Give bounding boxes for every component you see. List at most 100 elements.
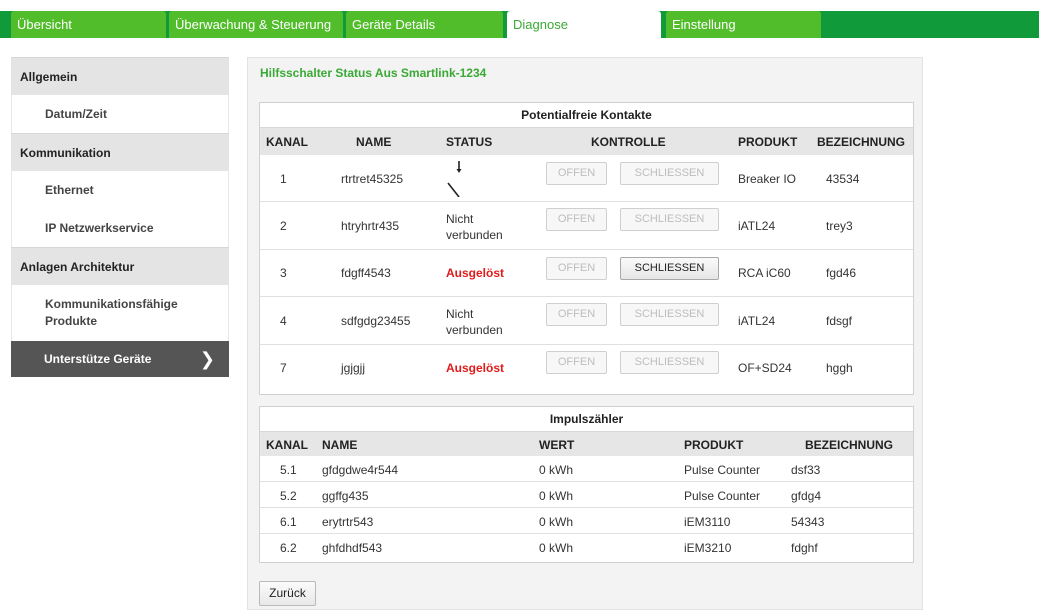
schliessen-button[interactable]: SCHLIESSEN (620, 162, 719, 185)
cell-kanal: 5.2 (280, 489, 297, 503)
header-kontrolle: KONTROLLE (591, 135, 666, 149)
cell-bezeichnung: 43534 (826, 172, 860, 186)
cell-produkt: OF+SD24 (738, 361, 792, 375)
tab-geraete-details[interactable]: Geräte Details (346, 11, 503, 38)
table-row: 2 htryhrtr435 Nicht verbunden OFFEN SCHL… (260, 202, 913, 250)
cell-kanal: 6.1 (280, 515, 297, 529)
tab-diagnose[interactable]: Diagnose (507, 11, 661, 40)
table-row: 5.2 ggffg435 0 kWh Pulse Counter gfdg4 (260, 482, 913, 508)
cell-kanal: 6.2 (280, 541, 297, 555)
cell-produkt: iEM3110 (684, 515, 731, 529)
tab-einstellung[interactable]: Einstellung (666, 11, 821, 38)
status-badge: Ausgelöst (446, 266, 505, 280)
cell-produkt: iATL24 (738, 219, 776, 233)
header-wert: WERT (539, 438, 575, 452)
cell-kanal: 3 (280, 266, 287, 280)
cell-bezeichnung: 54343 (791, 515, 825, 529)
chevron-right-icon: ❯ (199, 349, 215, 369)
offen-button[interactable]: OFFEN (546, 257, 607, 280)
sidebar-item-unterstuetze-geraete[interactable]: Unterstütze Geräte ❯ (11, 341, 229, 377)
cell-kanal: 2 (280, 219, 287, 233)
cell-wert: 0 kWh (539, 463, 574, 477)
cell-name: htryhrtr435 (341, 219, 400, 233)
sidebar-item-kommunikationsfaehige-produkte[interactable]: Kommunikationsfähige Produkte (11, 285, 229, 341)
cell-bezeichnung: hggh (826, 361, 853, 375)
cell-name: gfdgdwe4r544 (322, 463, 399, 477)
page-title: Hilfsschalter Status Aus Smartlink-1234 (260, 66, 487, 80)
cell-wert: 0 kWh (539, 541, 574, 555)
header-name: NAME (322, 438, 358, 452)
header-produkt: PRODUKT (684, 438, 744, 452)
cell-produkt: iATL24 (738, 314, 776, 328)
status-badge: Ausgelöst (446, 361, 505, 375)
table-row: 6.2 ghfdhdf543 0 kWh iEM3210 fdghf (260, 534, 913, 560)
schliessen-button[interactable]: SCHLIESSEN (620, 303, 719, 326)
cell-wert: 0 kWh (539, 489, 574, 503)
offen-button[interactable]: OFFEN (546, 208, 607, 231)
cell-kanal: 5.1 (280, 463, 297, 477)
cell-produkt: iEM3210 (684, 541, 732, 555)
cell-name: rtrtret45325 (341, 172, 404, 186)
cell-kanal: 1 (280, 172, 287, 186)
header-bezeichnung: BEZEICHNUNG (805, 438, 894, 452)
cell-bezeichnung: dsf33 (791, 463, 821, 477)
switch-open-icon (446, 161, 466, 198)
table-row: 4 sdfgdg23455 Nicht verbunden OFFEN SCHL… (260, 297, 913, 345)
sidebar-section-anlagen-architektur: Anlagen Architektur (11, 247, 229, 285)
tab-uebersicht[interactable]: Übersicht (11, 11, 166, 38)
sidebar: Allgemein Datum/Zeit Kommunikation Ether… (11, 57, 229, 377)
table-row: 6.1 erytrtr543 0 kWh iEM3110 54343 (260, 508, 913, 534)
schliessen-button[interactable]: SCHLIESSEN (620, 257, 719, 280)
header-name: NAME (356, 135, 392, 149)
table-row: 3 fdgff4543 Ausgelöst OFFEN SCHLIESSEN R… (260, 250, 913, 297)
cell-bezeichnung: fdsgf (826, 314, 853, 328)
cell-name-link[interactable]: jgjgjj (341, 361, 365, 375)
pulse-counter-panel: Impulszähler KANAL NAME WERT PRODUKT BEZ… (259, 406, 914, 563)
cell-bezeichnung: fgd46 (826, 266, 857, 280)
table-row: 7 jgjgjj Ausgelöst OFFEN SCHLIESSEN OF+S… (260, 345, 913, 390)
schliessen-button[interactable]: SCHLIESSEN (620, 208, 719, 231)
cell-produkt: Pulse Counter (684, 489, 761, 503)
cell-produkt: Breaker IO (738, 172, 797, 186)
cell-wert: 0 kWh (539, 515, 574, 529)
cell-name: ggffg435 (322, 489, 369, 503)
sidebar-item-ethernet[interactable]: Ethernet (11, 171, 229, 209)
cell-name: erytrtr543 (322, 515, 374, 529)
cell-status: Nicht verbunden (446, 212, 503, 242)
cell-produkt: RCA iC60 (738, 266, 791, 280)
cell-kanal: 4 (280, 314, 287, 328)
header-bezeichnung: BEZEICHNUNG (817, 135, 906, 149)
offen-button[interactable]: OFFEN (546, 162, 607, 185)
sidebar-item-datum-zeit[interactable]: Datum/Zeit (11, 95, 229, 133)
pulse-table-header: KANAL NAME WERT PRODUKT BEZEICHNUNG (260, 432, 913, 456)
pulse-panel-title: Impulszähler (260, 407, 913, 432)
cell-bezeichnung: gfdg4 (791, 489, 822, 503)
main-panel: Hilfsschalter Status Aus Smartlink-1234 … (247, 57, 923, 610)
header-status: STATUS (446, 135, 493, 149)
sidebar-section-kommunikation: Kommunikation (11, 133, 229, 171)
cell-bezeichnung: trey3 (826, 219, 853, 233)
cell-name: fdgff4543 (341, 266, 391, 280)
schliessen-button[interactable]: SCHLIESSEN (620, 351, 719, 374)
tab-ueberwachung-steuerung[interactable]: Überwachung & Steuerung (169, 11, 343, 38)
cell-bezeichnung: fdghf (791, 541, 818, 555)
cell-status: Nicht verbunden (446, 307, 503, 337)
table-row: 1 rtrtret45325 OFFEN SCHLIESSEN Breaker … (260, 155, 913, 202)
contacts-table-header: KANAL NAME STATUS KONTROLLE PRODUKT BEZE… (260, 128, 913, 155)
sidebar-item-label: Unterstütze Geräte (44, 352, 152, 366)
cell-name: ghfdhdf543 (322, 541, 383, 555)
sidebar-section-allgemein: Allgemein (11, 57, 229, 95)
header-produkt: PRODUKT (738, 135, 798, 149)
contacts-panel: Potentialfreie Kontakte KANAL NAME STATU… (259, 102, 914, 395)
top-navigation: Übersicht Überwachung & Steuerung Geräte… (0, 0, 1039, 40)
contacts-panel-title: Potentialfreie Kontakte (260, 103, 913, 128)
header-kanal: KANAL (266, 438, 308, 452)
sidebar-item-ip-netzwerkservice[interactable]: IP Netzwerkservice (11, 209, 229, 247)
cell-kanal: 7 (280, 361, 287, 375)
cell-produkt: Pulse Counter (684, 463, 761, 477)
table-row: 5.1 gfdgdwe4r544 0 kWh Pulse Counter dsf… (260, 456, 913, 482)
header-kanal: KANAL (266, 135, 308, 149)
back-button[interactable]: Zurück (259, 581, 316, 606)
offen-button[interactable]: OFFEN (546, 351, 607, 374)
offen-button[interactable]: OFFEN (546, 303, 607, 326)
